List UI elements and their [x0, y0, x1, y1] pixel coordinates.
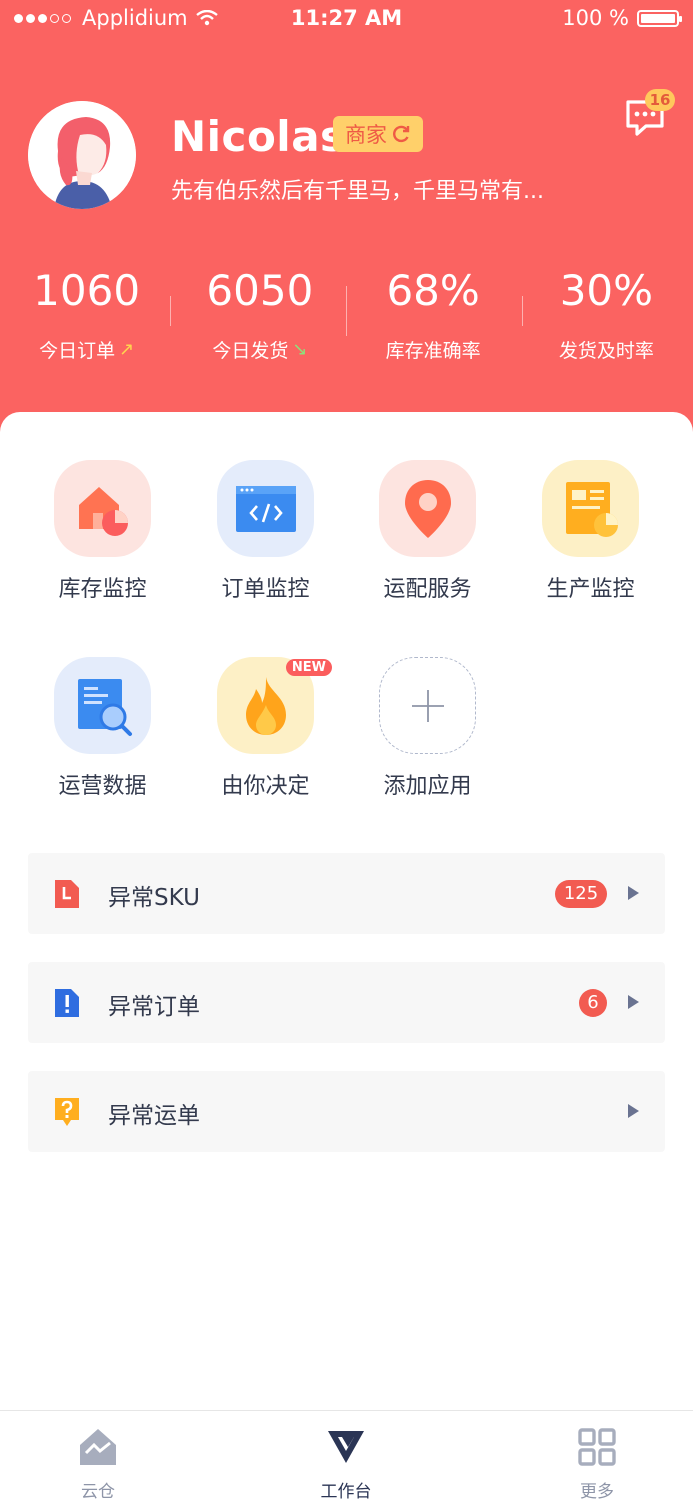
battery-icon [637, 9, 682, 27]
app-tile [217, 460, 314, 557]
cloud-warehouse-icon [80, 1429, 116, 1465]
app-label: 生产监控 [546, 577, 635, 602]
stat-today-shipped[interactable]: 6050 今日发货 ↘ [173, 266, 346, 376]
grid-icon [578, 1428, 616, 1466]
app-tile [54, 657, 151, 754]
app-label: 由你决定 [221, 774, 310, 799]
battery-level: 100 % [562, 6, 629, 30]
tab-workbench[interactable]: 工作台 [286, 1427, 406, 1502]
role-label: 商家 [345, 123, 387, 147]
app-label: 订单监控 [221, 577, 310, 602]
stat-label: 库存准确率 [385, 340, 481, 362]
order-monitor-icon [235, 485, 296, 532]
user-name: Nicolas [171, 112, 346, 161]
tab-cloud-warehouse[interactable]: 云仓 [38, 1427, 158, 1502]
app-your-choice[interactable]: NEW 由你决定 [184, 657, 347, 800]
stat-label: 发货及时率 [558, 340, 654, 362]
stat-label: 今日发货 [212, 340, 289, 362]
warehouse-monitor-icon [78, 486, 128, 536]
app-tile: NEW [217, 657, 332, 754]
user-motto: 先有伯乐然后有千里马，千里马常有... [171, 179, 544, 204]
alert-label: 异常运单 [108, 1103, 200, 1129]
trend-up-icon: ↗ [119, 339, 135, 360]
app-label: 添加应用 [383, 774, 472, 799]
flame-icon [245, 676, 286, 735]
chevron-right-icon [628, 886, 639, 900]
location-pin-icon [404, 479, 451, 538]
app-warehouse-monitor[interactable]: 库存监控 [21, 460, 184, 603]
alert-label: 异常订单 [108, 994, 200, 1020]
stat-divider [170, 296, 171, 326]
message-count-badge: 16 [645, 89, 675, 111]
trend-down-icon: ↘ [292, 339, 308, 360]
document-alert-icon [55, 880, 79, 908]
chevron-right-icon [628, 995, 639, 1009]
app-delivery-service[interactable]: 运配服务 [346, 460, 509, 603]
avatar-illustration [28, 101, 136, 209]
alert-abnormal-waybills[interactable]: 异常运单 [28, 1071, 665, 1152]
stat-divider [346, 286, 347, 336]
chevron-right-icon [628, 1104, 639, 1118]
data-search-icon [77, 678, 132, 736]
alert-abnormal-orders[interactable]: 异常订单 6 [28, 962, 665, 1043]
production-monitor-icon [565, 481, 618, 537]
tab-label: 云仓 [81, 1482, 115, 1502]
alert-count-badge: 6 [579, 989, 607, 1017]
status-bar: Applidium 11:27 AM 100 % [0, 0, 693, 36]
app-label: 库存监控 [58, 577, 147, 602]
app-tile [54, 460, 151, 557]
app-tile [379, 657, 476, 754]
app-operations-data[interactable]: 运营数据 [21, 657, 184, 800]
stat-divider [522, 296, 523, 326]
stat-value: 1060 [33, 266, 141, 315]
switch-icon [393, 125, 410, 143]
stat-value: 68% [386, 266, 480, 315]
workbench-icon [328, 1431, 364, 1463]
bottom-tab-bar: 云仓 工作台 更多 [0, 1410, 693, 1502]
question-tag-icon [55, 1098, 79, 1126]
tab-more[interactable]: 更多 [537, 1427, 657, 1502]
tab-label: 工作台 [320, 1482, 372, 1502]
stat-inventory-accuracy[interactable]: 68% 库存准确率 [347, 266, 520, 376]
stat-label: 今日订单 [39, 340, 116, 362]
role-badge[interactable]: 商家 [333, 116, 423, 152]
avatar[interactable] [28, 101, 136, 209]
app-production-monitor[interactable]: 生产监控 [509, 460, 672, 603]
stat-ontime-rate[interactable]: 30% 发货及时率 [520, 266, 693, 376]
app-label: 运配服务 [383, 577, 472, 602]
stat-value: 6050 [206, 266, 314, 315]
app-tile [542, 460, 639, 557]
alert-abnormal-sku[interactable]: 异常SKU 125 [28, 853, 665, 934]
alert-count-badge: 125 [555, 880, 607, 908]
app-order-monitor[interactable]: 订单监控 [184, 460, 347, 603]
app-tile [379, 460, 476, 557]
tab-label: 更多 [580, 1482, 614, 1502]
stat-today-orders[interactable]: 1060 今日订单 ↗ [0, 266, 173, 376]
plus-icon [411, 689, 444, 722]
stat-value: 30% [559, 266, 654, 315]
alert-label: 异常SKU [108, 885, 200, 911]
app-add[interactable]: 添加应用 [346, 657, 509, 800]
exclamation-doc-icon [55, 989, 79, 1017]
app-label: 运营数据 [58, 774, 147, 799]
new-badge: NEW [285, 659, 332, 676]
